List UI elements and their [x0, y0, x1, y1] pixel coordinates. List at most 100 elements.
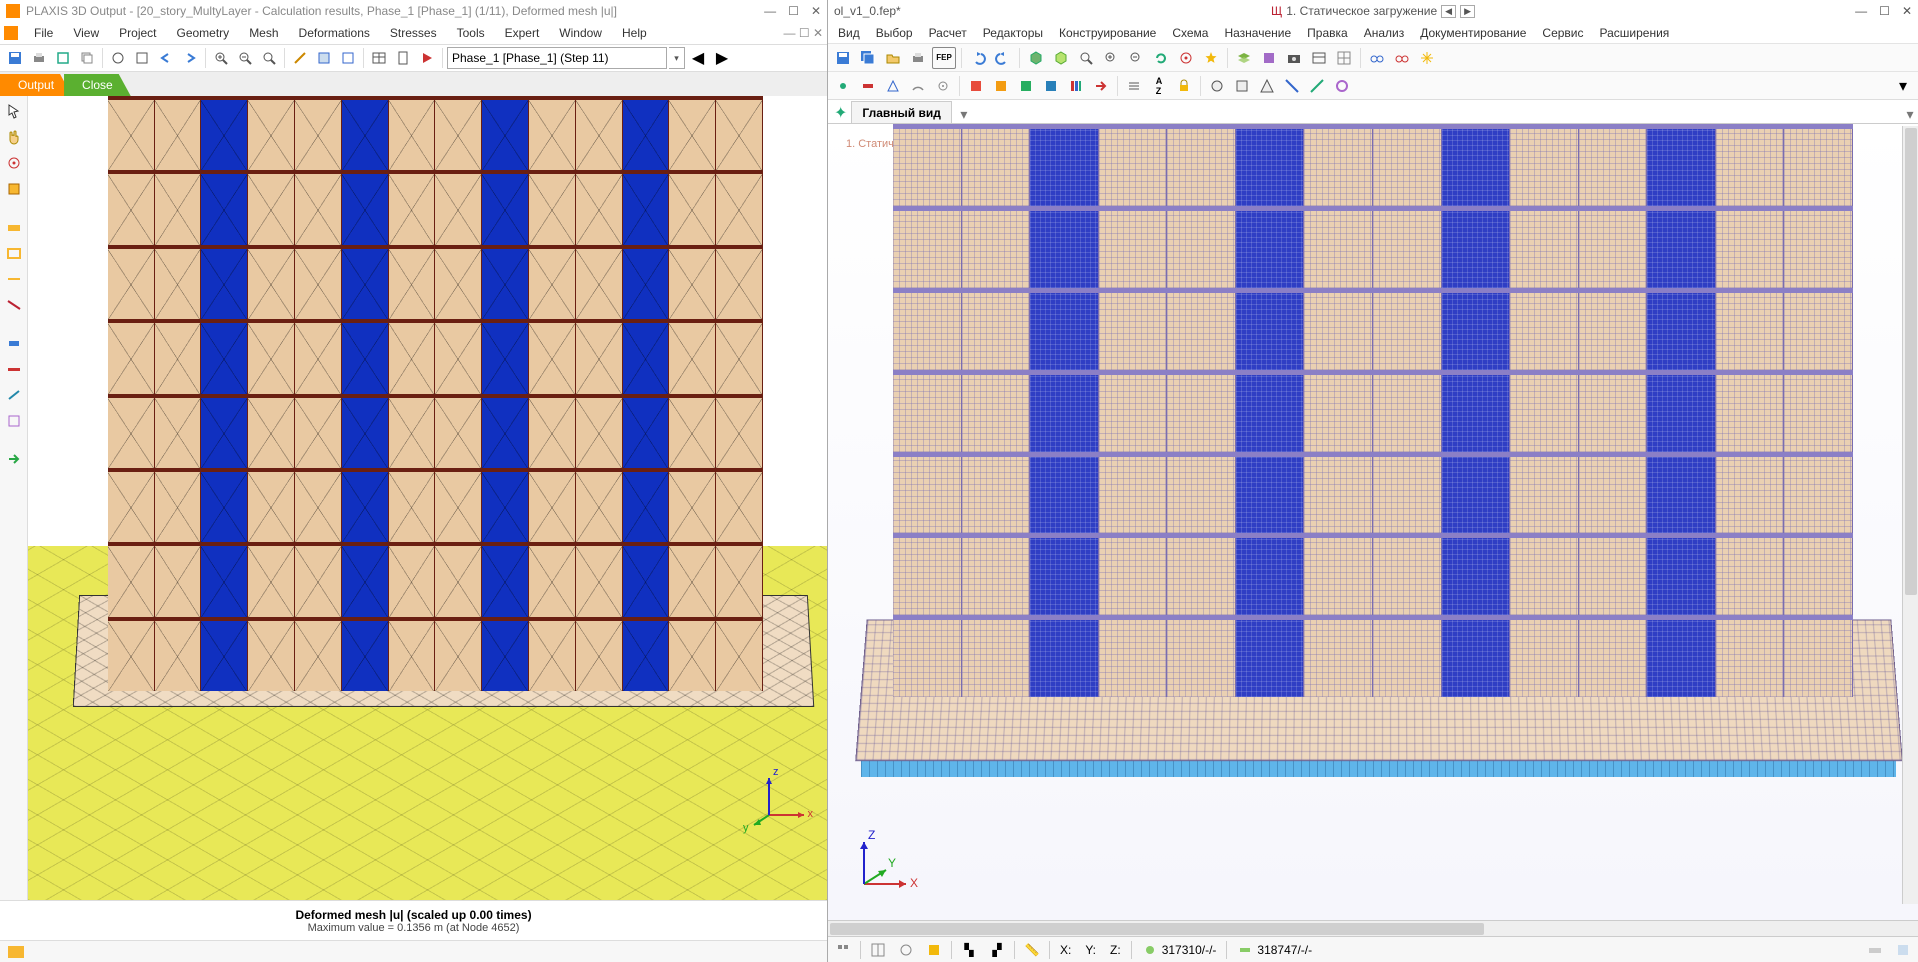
cube2-icon[interactable]: [1050, 47, 1072, 69]
arc-icon[interactable]: [907, 75, 929, 97]
close-window-button[interactable]: ✕: [811, 4, 821, 18]
misc-3-icon[interactable]: [1256, 75, 1278, 97]
panel-toggle-icon[interactable]: ▾: [1892, 75, 1914, 97]
phase-next-icon[interactable]: ▶: [711, 47, 733, 69]
orange-cube-icon[interactable]: [990, 75, 1012, 97]
minimize-button[interactable]: —: [764, 4, 776, 18]
view-mode-3-icon[interactable]: [3, 268, 25, 290]
cube-icon[interactable]: [1025, 47, 1047, 69]
undo-icon[interactable]: [155, 47, 177, 69]
ruler-icon[interactable]: 📏: [1021, 939, 1043, 961]
sparkle-icon[interactable]: [1416, 47, 1438, 69]
child-close-button[interactable]: ✕: [813, 26, 823, 40]
phase-dropdown-icon[interactable]: ▾: [669, 47, 685, 69]
refresh-icon[interactable]: [1150, 47, 1172, 69]
zoom-in-icon[interactable]: [210, 47, 232, 69]
tab-overflow-icon[interactable]: ▾: [1902, 105, 1918, 123]
open-icon[interactable]: [882, 47, 904, 69]
undo-icon[interactable]: [967, 47, 989, 69]
tab-close[interactable]: Close: [64, 74, 131, 96]
menu-window[interactable]: Window: [549, 24, 612, 42]
viewport[interactable]: x y z: [28, 96, 827, 900]
menu-help[interactable]: Help: [612, 24, 657, 42]
menu-tools[interactable]: Tools: [447, 24, 495, 42]
zoom-out-icon[interactable]: [1125, 47, 1147, 69]
zoom-fit-icon[interactable]: [258, 47, 280, 69]
menu-edit[interactable]: Правка: [1299, 24, 1356, 42]
viewport[interactable]: 1. Статическое загружение X Y Z: [828, 124, 1918, 920]
menu-editors[interactable]: Редакторы: [975, 24, 1051, 42]
menu-file[interactable]: File: [24, 24, 63, 42]
status-toggle-a-icon[interactable]: [1864, 939, 1886, 961]
arrow-right-icon[interactable]: [3, 448, 25, 470]
hand-icon[interactable]: [3, 126, 25, 148]
horizontal-scrollbar[interactable]: [828, 920, 1918, 936]
element-icon[interactable]: [857, 75, 879, 97]
lock-icon[interactable]: [1173, 75, 1195, 97]
minimize-button[interactable]: —: [1855, 4, 1867, 18]
table-icon[interactable]: [1308, 47, 1330, 69]
redo-icon[interactable]: [992, 47, 1014, 69]
vertical-scrollbar[interactable]: [1902, 126, 1918, 904]
books-icon[interactable]: [1065, 75, 1087, 97]
settings-icon[interactable]: [932, 75, 954, 97]
copy-icon[interactable]: [76, 47, 98, 69]
info-toggle-icon[interactable]: [923, 939, 945, 961]
misc-4-icon[interactable]: [1281, 75, 1303, 97]
misc-6-icon[interactable]: [1331, 75, 1353, 97]
child-minimize-button[interactable]: —: [783, 26, 795, 40]
flag-2-icon[interactable]: ▞: [986, 939, 1008, 961]
grid-toggle-icon[interactable]: [867, 939, 889, 961]
maximize-button[interactable]: ☐: [788, 4, 799, 18]
blue-cube-icon[interactable]: [1040, 75, 1062, 97]
menu-project[interactable]: Project: [109, 24, 166, 42]
phase-select[interactable]: [447, 47, 667, 69]
list-icon[interactable]: [1123, 75, 1145, 97]
menu-view[interactable]: Вид: [830, 24, 868, 42]
element-select-icon[interactable]: [3, 178, 25, 200]
node-select-icon[interactable]: [3, 152, 25, 174]
measure-icon[interactable]: [289, 47, 311, 69]
snap-toggle-icon[interactable]: [895, 939, 917, 961]
glasses-icon[interactable]: [1366, 47, 1388, 69]
misc-5-icon[interactable]: [1306, 75, 1328, 97]
support-icon[interactable]: [882, 75, 904, 97]
animation-icon[interactable]: [416, 47, 438, 69]
maximize-button[interactable]: ☐: [1879, 4, 1890, 18]
layers-icon[interactable]: [1233, 47, 1255, 69]
green-cube-icon[interactable]: [1015, 75, 1037, 97]
save-icon[interactable]: [4, 47, 26, 69]
glasses-red-icon[interactable]: [1391, 47, 1413, 69]
tab-output[interactable]: Output: [0, 74, 72, 96]
anchor-icon[interactable]: [3, 384, 25, 406]
view-front-icon[interactable]: [337, 47, 359, 69]
save-all-icon[interactable]: [857, 47, 879, 69]
redo-icon[interactable]: [179, 47, 201, 69]
menu-stresses[interactable]: Stresses: [380, 24, 447, 42]
plate-icon[interactable]: [3, 332, 25, 354]
misc-1-icon[interactable]: [1206, 75, 1228, 97]
target-icon[interactable]: [1175, 47, 1197, 69]
menu-analysis[interactable]: Расчет: [921, 24, 975, 42]
export-icon[interactable]: [52, 47, 74, 69]
table-icon[interactable]: [368, 47, 390, 69]
interface-icon[interactable]: [3, 410, 25, 432]
menu-design[interactable]: Конструирование: [1051, 24, 1164, 42]
menu-extensions[interactable]: Расширения: [1592, 24, 1678, 42]
menu-scheme[interactable]: Схема: [1164, 24, 1216, 42]
tool-b-icon[interactable]: [131, 47, 153, 69]
beam-icon[interactable]: [3, 358, 25, 380]
loadcase-next-icon[interactable]: ▶: [1460, 5, 1475, 18]
phase-prev-icon[interactable]: ◀: [687, 47, 709, 69]
zoom-fit-icon[interactable]: [1075, 47, 1097, 69]
print-icon[interactable]: [907, 47, 929, 69]
child-maximize-button[interactable]: ☐: [799, 26, 810, 40]
sort-az-icon[interactable]: AZ: [1148, 75, 1170, 97]
menu-geometry[interactable]: Geometry: [167, 24, 240, 42]
box-purple-icon[interactable]: [1258, 47, 1280, 69]
assign-arrow-icon[interactable]: [1090, 75, 1112, 97]
print-icon[interactable]: [28, 47, 50, 69]
grid-icon[interactable]: [1333, 47, 1355, 69]
save-icon[interactable]: [832, 47, 854, 69]
fep-icon[interactable]: FEP: [932, 47, 956, 69]
